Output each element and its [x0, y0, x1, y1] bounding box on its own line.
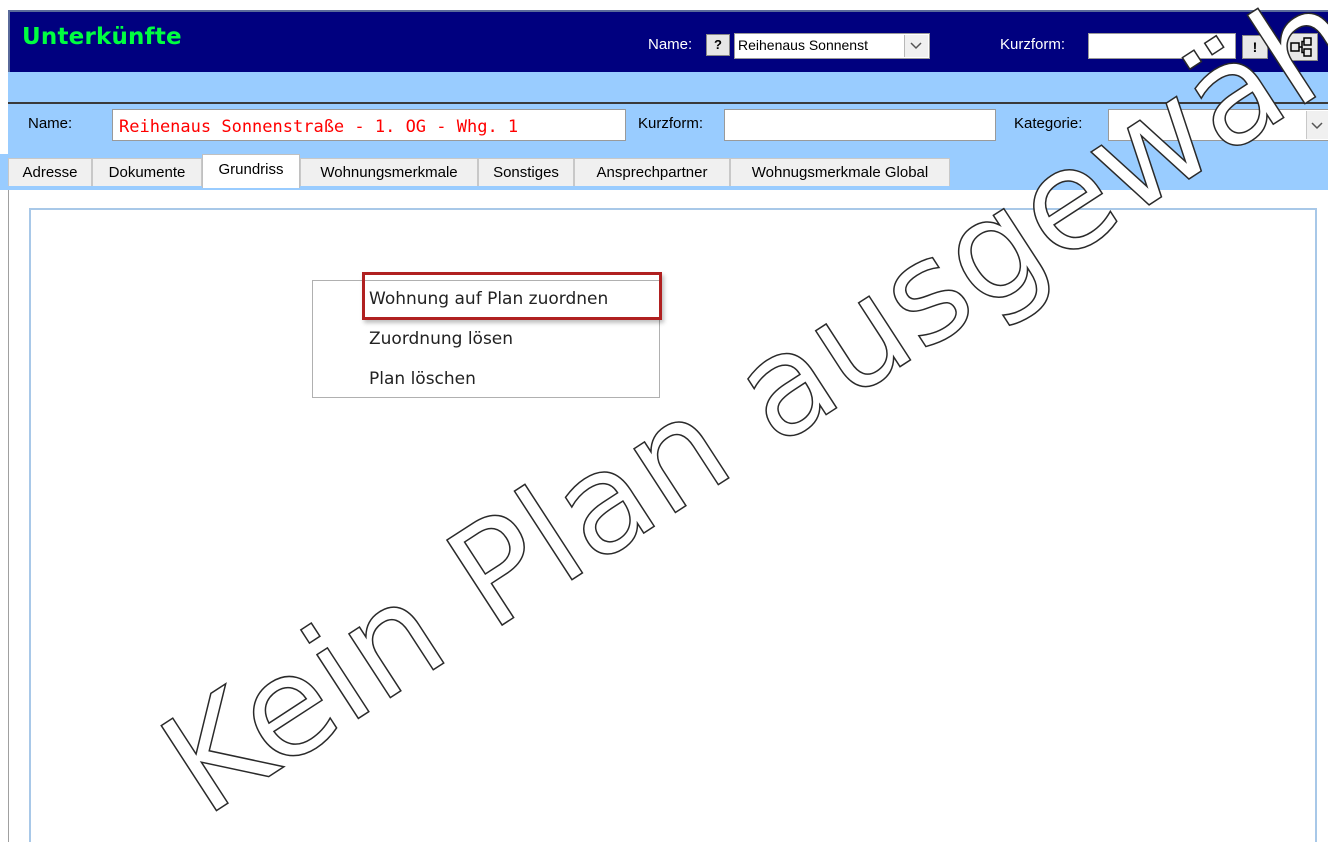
chevron-down-icon[interactable] — [1306, 111, 1328, 139]
tab-grundriss[interactable]: Grundriss — [202, 154, 300, 188]
hierarchy-icon — [1290, 37, 1312, 57]
tab-dokumente[interactable]: Dokumente — [92, 158, 202, 186]
menu-item-zuordnung-loesen[interactable]: Zuordnung lösen — [369, 329, 513, 349]
record-kategorie-label: Kategorie: — [1014, 115, 1083, 132]
header-name-value: Reihenaus Sonnenst — [738, 37, 868, 53]
chevron-down-icon[interactable] — [904, 35, 928, 57]
header-name-combobox[interactable]: Reihenaus Sonnenst — [734, 33, 930, 59]
tab-wohnungsmerkmale[interactable]: Wohnungsmerkmale — [300, 158, 478, 186]
record-name-field[interactable]: Reihenaus Sonnenstraße - 1. OG - Whg. 1 — [112, 109, 626, 141]
tab-page-grundriss — [8, 190, 1328, 842]
header-kurzform-label: Kurzform: — [1000, 36, 1066, 53]
record-bar: Name: Reihenaus Sonnenstraße - 1. OG - W… — [8, 102, 1328, 154]
tab-strip: Adresse Dokumente Grundriss Wohnungsmerk… — [0, 154, 1328, 190]
record-name-value: Reihenaus Sonnenstraße - 1. OG - Whg. 1 — [119, 117, 519, 137]
header-name-label: Name: — [648, 36, 693, 53]
menu-item-plan-loeschen[interactable]: Plan löschen — [369, 369, 476, 389]
plan-canvas[interactable] — [29, 208, 1317, 842]
record-kategorie-combobox[interactable] — [1108, 109, 1328, 141]
help-button[interactable]: ? — [706, 34, 730, 56]
tab-wohnugsmerkmale-global[interactable]: Wohnugsmerkmale Global — [730, 158, 950, 186]
tab-sonstiges[interactable]: Sonstiges — [478, 158, 574, 186]
header-band — [8, 72, 1328, 102]
record-kurzform-label: Kurzform: — [638, 115, 704, 132]
tab-ansprechpartner[interactable]: Ansprechpartner — [574, 158, 730, 186]
hierarchy-button[interactable] — [1284, 33, 1318, 61]
exclamation-button[interactable]: ! — [1242, 35, 1268, 59]
record-name-label: Name: — [28, 115, 73, 132]
record-kurzform-field[interactable] — [724, 109, 996, 141]
highlight-box — [362, 272, 662, 320]
app-title: Unterkünfte — [22, 24, 182, 50]
tab-adresse[interactable]: Adresse — [8, 158, 92, 186]
header-kurzform-input[interactable] — [1088, 33, 1236, 59]
